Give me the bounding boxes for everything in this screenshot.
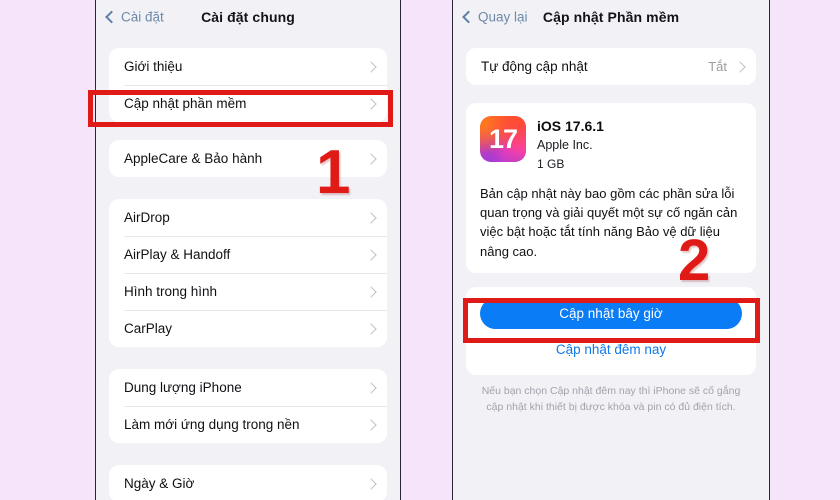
sidebar-item-picture-in-picture[interactable]: Hình trong hình (109, 273, 387, 310)
row-label: AirPlay & Handoff (124, 247, 231, 262)
auto-update-group: Tự động cập nhật Tắt (466, 48, 756, 85)
back-button-settings[interactable]: Cài đặt (105, 9, 164, 25)
row-label: CarPlay (124, 321, 173, 336)
left-page-title: Cài đặt chung (201, 9, 295, 25)
chevron-right-icon (365, 381, 377, 394)
settings-group-about: Giới thiệu Cập nhật phần mềm (109, 48, 387, 122)
ios-icon-label: 17 (488, 123, 518, 154)
sidebar-item-gioi-thieu[interactable]: Giới thiệu (109, 48, 387, 85)
row-tu-dong-cap-nhat[interactable]: Tự động cập nhật Tắt (466, 48, 756, 85)
sidebar-item-ngay-gio[interactable]: Ngày & Giờ (109, 465, 387, 500)
update-description: Bản cập nhật này bao gồm các phần sửa lỗ… (480, 186, 738, 259)
row-label: Cập nhật phần mềm (124, 96, 247, 111)
sidebar-item-cap-nhat-phan-mem[interactable]: Cập nhật phần mềm (109, 85, 387, 122)
ios-update-icon: 17 (480, 116, 526, 162)
left-phone-panel: Cài đặt Cài đặt chung Giới thiệu Cập nhậ… (95, 0, 401, 500)
chevron-right-icon (365, 285, 377, 298)
row-label: Hình trong hình (124, 284, 218, 299)
update-header: 17 iOS 17.6.1 Apple Inc. 1 GB (480, 116, 742, 173)
chevron-right-icon (365, 248, 377, 261)
back-button-label: Cài đặt (121, 9, 164, 25)
chevron-left-icon (462, 10, 475, 24)
row-label: Dung lượng iPhone (124, 380, 242, 395)
sidebar-item-airplay-handoff[interactable]: AirPlay & Handoff (109, 236, 387, 273)
chevron-right-icon (365, 211, 377, 224)
chevron-left-icon (105, 10, 118, 24)
chevron-right-icon (365, 322, 377, 335)
row-label: Làm mới ứng dụng trong nền (124, 417, 300, 432)
row-label: Giới thiệu (124, 59, 183, 74)
right-phone-panel: Quay lại Cập nhật Phần mềm Tự động cập n… (452, 0, 770, 500)
settings-group-datetime: Ngày & Giờ (109, 465, 387, 500)
left-navbar: Cài đặt Cài đặt chung (96, 0, 400, 34)
sidebar-item-applecare[interactable]: AppleCare & Bảo hành (109, 140, 387, 177)
status-badge: Tắt (708, 59, 727, 74)
chevron-right-icon (734, 60, 746, 73)
update-info-card: 17 iOS 17.6.1 Apple Inc. 1 GB Bản cập nh… (466, 103, 756, 273)
row-label: AppleCare & Bảo hành (124, 151, 263, 166)
update-size: 1 GB (537, 156, 565, 171)
sidebar-item-airdrop[interactable]: AirDrop (109, 199, 387, 236)
back-button-label: Quay lại (478, 9, 528, 25)
back-button-quay-lai[interactable]: Quay lại (462, 9, 528, 25)
row-label: Ngày & Giờ (124, 476, 195, 491)
row-label: AirDrop (124, 210, 170, 225)
settings-group-storage: Dung lượng iPhone Làm mới ứng dụng trong… (109, 369, 387, 443)
update-footnote: Nếu bạn chọn Cập nhật đêm nay thì iPhone… (481, 384, 741, 413)
update-meta: iOS 17.6.1 Apple Inc. 1 GB (537, 116, 604, 173)
chevron-right-icon (365, 477, 377, 490)
update-now-button[interactable]: Cập nhật bây giờ (480, 297, 742, 329)
sidebar-item-carplay[interactable]: CarPlay (109, 310, 387, 347)
settings-group-connectivity: AirDrop AirPlay & Handoff Hình trong hìn… (109, 199, 387, 347)
chevron-right-icon (365, 97, 377, 110)
row-label: Tự động cập nhật (481, 59, 588, 74)
chevron-right-icon (365, 418, 377, 431)
settings-group-applecare: AppleCare & Bảo hành (109, 140, 387, 177)
screenshot-stage: Cài đặt Cài đặt chung Giới thiệu Cập nhậ… (0, 0, 840, 500)
update-action-card: Cập nhật bây giờ Cập nhật đêm nay (466, 286, 756, 375)
update-version: iOS 17.6.1 (537, 118, 604, 134)
chevron-right-icon (365, 152, 377, 165)
update-vendor: Apple Inc. (537, 137, 593, 152)
sidebar-item-background-app-refresh[interactable]: Làm mới ứng dụng trong nền (109, 406, 387, 443)
chevron-right-icon (365, 60, 377, 73)
right-page-title: Cập nhật Phần mềm (542, 9, 680, 25)
update-tonight-button[interactable]: Cập nhật đêm nay (480, 335, 742, 364)
right-navbar: Quay lại Cập nhật Phần mềm (453, 0, 769, 34)
sidebar-item-dung-luong-iphone[interactable]: Dung lượng iPhone (109, 369, 387, 406)
